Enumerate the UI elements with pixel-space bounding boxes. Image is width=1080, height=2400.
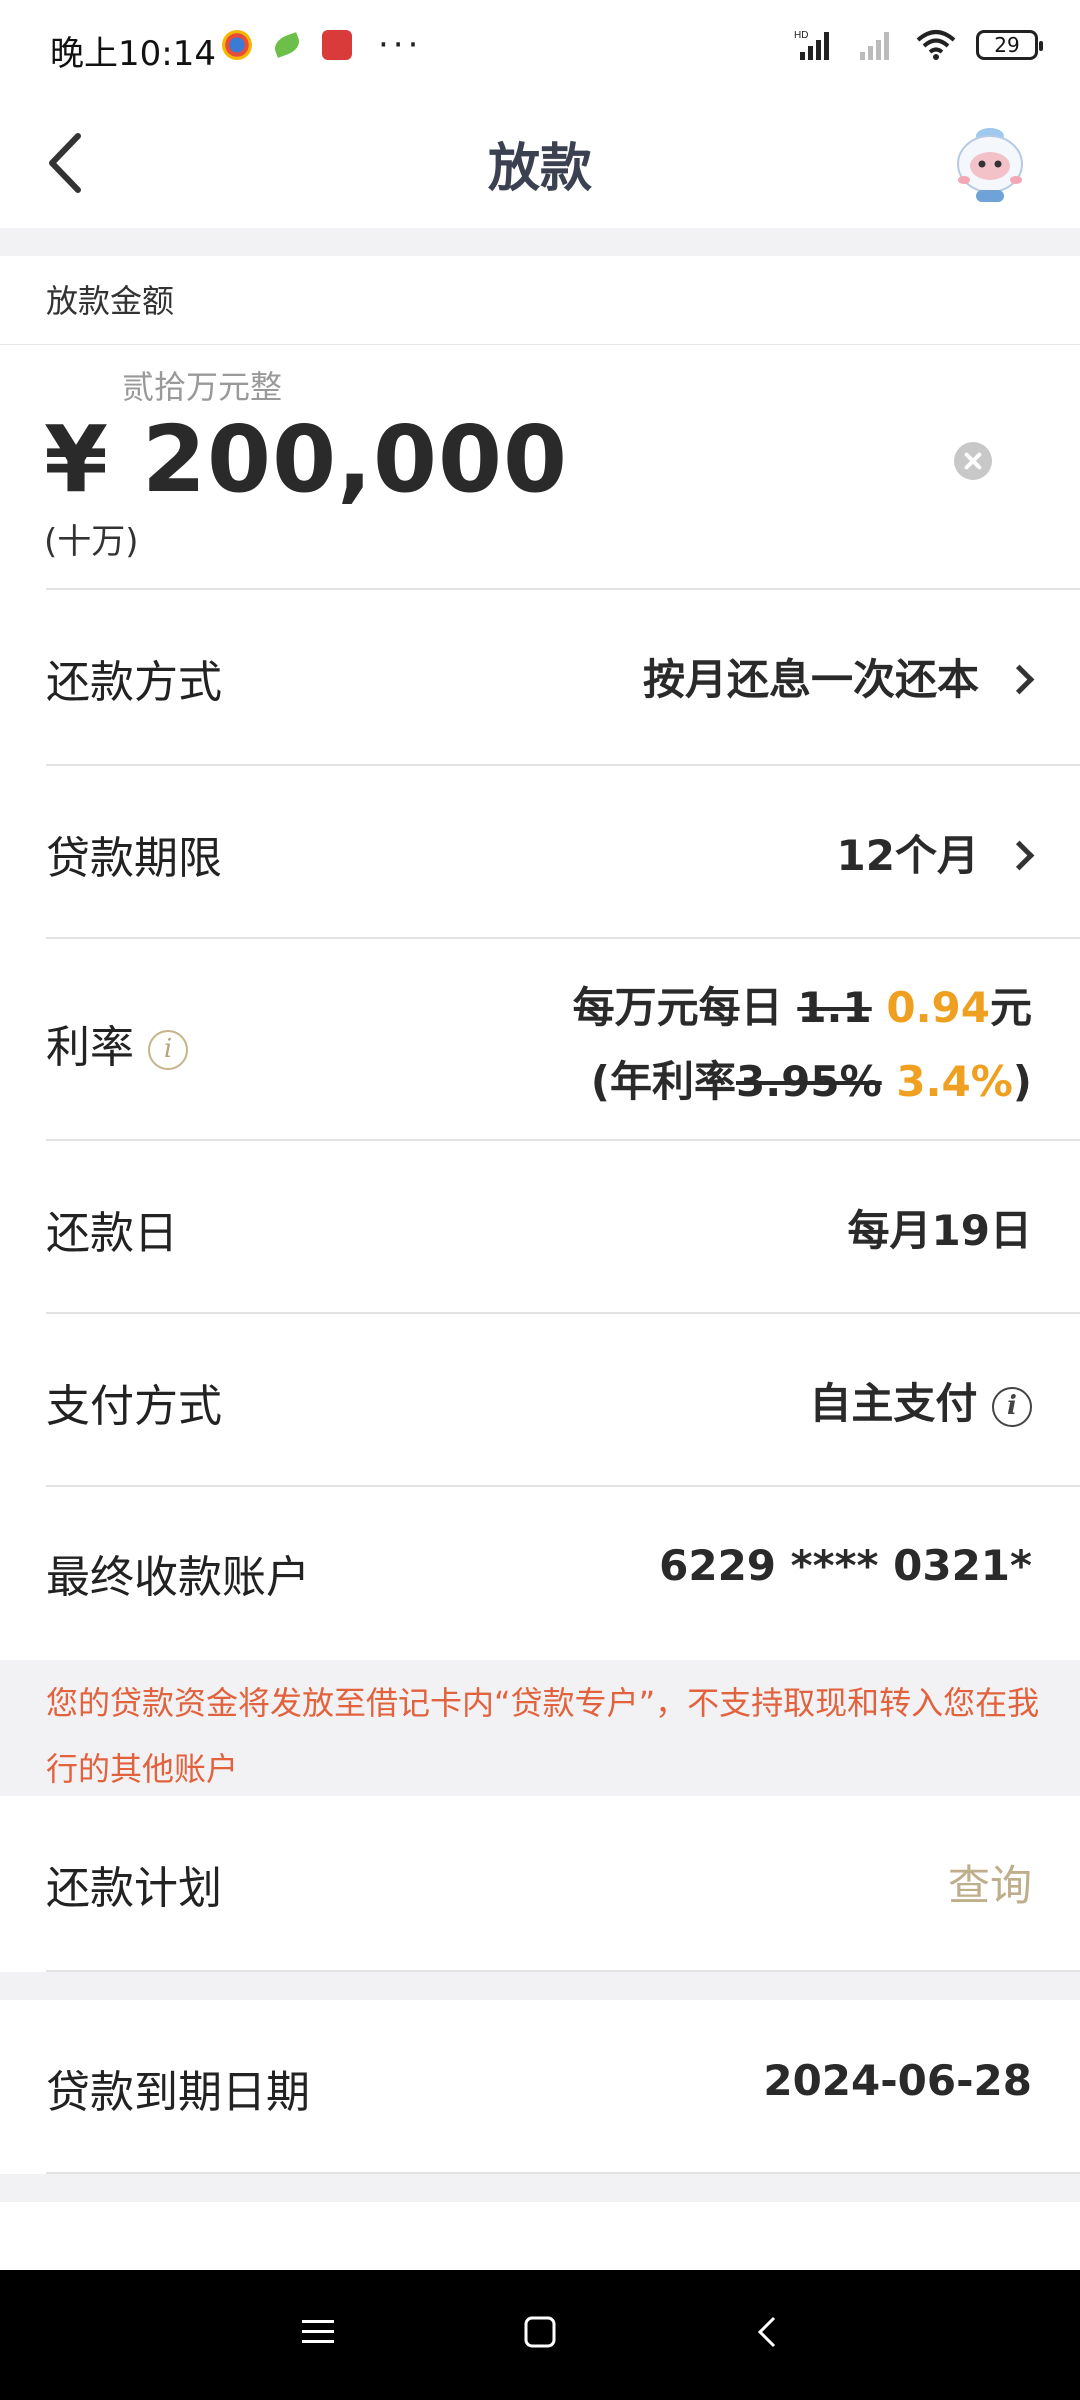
rate-daily-suffix: 元 bbox=[989, 983, 1032, 1032]
chevron-right-icon bbox=[1004, 840, 1035, 871]
rate-label: 利率 i bbox=[46, 1011, 188, 1075]
account-value: 6229 **** 0321* bbox=[659, 1541, 1032, 1590]
loan-notice: 您的贷款资金将发放至借记卡内“贷款专户”，不支持取现和转入您在我行的其他账户 bbox=[0, 1660, 1080, 1796]
home-icon[interactable] bbox=[522, 2314, 558, 2350]
amount-label: 放款金额 bbox=[46, 282, 175, 320]
payment-info-icon[interactable]: i bbox=[992, 1386, 1032, 1427]
system-navigation-bar bbox=[0, 2270, 1080, 2400]
rate-annual-suffix: ) bbox=[1012, 1057, 1032, 1106]
rate-value: 每万元每日 1.1 0.94元 (年利率3.95% 3.4%) bbox=[573, 971, 1032, 1119]
rate-annual-prefix: (年利率 bbox=[590, 1057, 736, 1106]
rate-daily-old: 1.1 bbox=[797, 983, 872, 1032]
repay-day-value: 每月19日 bbox=[847, 1206, 1032, 1255]
rate-daily-prefix: 每万元每日 bbox=[572, 983, 783, 1032]
signal-weak-icon bbox=[860, 32, 889, 60]
rate-label-text: 利率 bbox=[46, 1022, 134, 1073]
amount-section-header: 放款金额 bbox=[0, 256, 1080, 345]
page-title: 放款 bbox=[487, 139, 592, 199]
due-date-row: 贷款到期日期 2024-06-28 bbox=[0, 2000, 1080, 2172]
due-date-label: 贷款到期日期 bbox=[46, 2067, 310, 2118]
rate-row: 利率 i 每万元每日 1.1 0.94元 (年利率3.95% 3.4%) bbox=[0, 939, 1080, 1139]
payment-method-text: 自主支付 bbox=[809, 1379, 978, 1428]
repay-day-row: 还款日 每月19日 bbox=[0, 1141, 1080, 1313]
account-label: 最终收款账户 bbox=[46, 1552, 310, 1603]
repay-method-text: 按月还息一次还本 bbox=[642, 655, 979, 704]
payment-method-value: 自主支付 i bbox=[809, 1370, 1032, 1431]
rate-annual-old: 3.95% bbox=[735, 1057, 882, 1106]
amount-box[interactable]: 贰拾万元整 ¥ 200,000 (十万) bbox=[0, 344, 1080, 590]
repay-plan-label: 还款计划 bbox=[46, 1863, 222, 1914]
repay-method-value[interactable]: 按月还息一次还本 bbox=[643, 646, 1040, 707]
section-gap bbox=[0, 1972, 1080, 2000]
amount-value[interactable]: ¥ 200,000 bbox=[44, 406, 568, 513]
loan-term-value[interactable]: 12个月 bbox=[837, 822, 1040, 883]
assistant-robot-icon[interactable] bbox=[948, 118, 1032, 206]
chevron-right-icon bbox=[1004, 664, 1035, 695]
signal-hd-icon: HD bbox=[794, 30, 829, 60]
repay-plan-row[interactable]: 还款计划 查询 bbox=[0, 1796, 1080, 1970]
rate-info-icon[interactable]: i bbox=[148, 1030, 188, 1070]
notice-text: 您的贷款资金将发放至借记卡内“贷款专户”，不支持取现和转入您在我行的其他账户 bbox=[46, 1684, 1040, 1788]
status-notification-icons: ··· bbox=[222, 25, 423, 65]
rate-daily-new: 0.94 bbox=[886, 983, 990, 1032]
loan-term-row[interactable]: 贷款期限 12个月 bbox=[0, 766, 1080, 938]
menu-icon[interactable] bbox=[300, 2314, 336, 2350]
rate-annual-new: 3.4% bbox=[896, 1057, 1013, 1106]
status-system-icons: HD 29 bbox=[794, 28, 1043, 62]
next-row-partial bbox=[0, 2202, 1080, 2270]
nav-bar: 放款 bbox=[0, 96, 1080, 228]
rate-annual-line: (年利率3.95% 3.4%) bbox=[573, 1045, 1032, 1119]
section-gap bbox=[0, 2174, 1080, 2202]
status-bar: 晚上10:14 ··· HD 29 bbox=[0, 0, 1080, 96]
account-row: 最终收款账户 6229 **** 0321* bbox=[0, 1487, 1080, 1660]
repay-day-label: 还款日 bbox=[46, 1208, 178, 1259]
wifi-icon bbox=[916, 30, 956, 60]
payment-method-row: 支付方式 自主支付 i bbox=[0, 1314, 1080, 1486]
app-notification-icon bbox=[222, 30, 252, 60]
back-icon[interactable] bbox=[750, 2314, 786, 2350]
amount-in-words: 贰拾万元整 bbox=[122, 368, 283, 406]
more-notifications-icon: ··· bbox=[378, 25, 423, 65]
rate-daily-line: 每万元每日 1.1 0.94元 bbox=[573, 971, 1032, 1045]
repay-method-label: 还款方式 bbox=[46, 657, 222, 708]
clear-amount-icon[interactable] bbox=[954, 442, 992, 480]
svg-text:HD: HD bbox=[794, 30, 808, 41]
battery-icon: 29 bbox=[976, 30, 1043, 60]
payment-method-label: 支付方式 bbox=[46, 1381, 222, 1432]
leaf-notification-icon bbox=[271, 32, 303, 58]
loan-term-text: 12个月 bbox=[836, 831, 979, 880]
query-link[interactable]: 查询 bbox=[948, 1852, 1032, 1913]
due-date-value: 2024-06-28 bbox=[763, 2056, 1032, 2105]
amount-hint: (十万) bbox=[44, 522, 139, 562]
section-gap bbox=[0, 228, 1080, 256]
loan-term-label: 贷款期限 bbox=[46, 833, 222, 884]
red-app-notification-icon bbox=[322, 30, 352, 60]
repay-method-row[interactable]: 还款方式 按月还息一次还本 bbox=[0, 590, 1080, 764]
status-time: 晚上10:14 bbox=[50, 34, 216, 74]
